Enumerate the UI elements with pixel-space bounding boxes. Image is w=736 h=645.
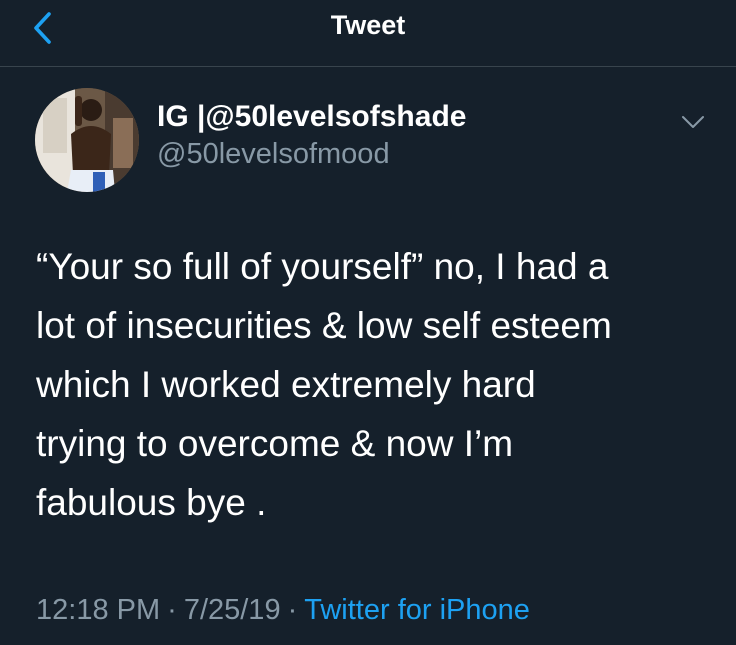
nav-bar: Tweet xyxy=(0,0,736,67)
tweet-meta: 12:18 PM · 7/25/19 · Twitter for iPhone xyxy=(36,594,530,627)
tweet-text-line: “Your so full of yourself” no, I had a xyxy=(36,246,609,287)
tweet-source-link[interactable]: Twitter for iPhone xyxy=(304,594,530,626)
tweet-options-button[interactable] xyxy=(678,110,708,134)
meta-separator: · xyxy=(167,594,177,626)
tweet-text-line: trying to overcome & now I’m xyxy=(36,423,514,464)
page-title: Tweet xyxy=(330,10,406,40)
avatar[interactable] xyxy=(35,88,139,192)
profile-photo xyxy=(35,88,139,192)
display-name[interactable]: IG |@50levelsofshade xyxy=(157,100,466,134)
user-handle[interactable]: @50levelsofmood xyxy=(157,138,390,171)
tweet-text-line: fabulous bye . xyxy=(36,482,267,523)
tweet-text-line: which I worked extremely hard xyxy=(36,364,536,405)
tweet-date: 7/25/19 xyxy=(183,594,281,626)
tweet-time: 12:18 PM xyxy=(36,594,161,626)
tweet-text: “Your so full of yourself” no, I had a l… xyxy=(36,237,716,532)
tweet-text-line: lot of insecurities & low self esteem xyxy=(36,305,612,346)
chevron-down-icon xyxy=(682,116,704,128)
meta-separator: · xyxy=(287,594,298,626)
